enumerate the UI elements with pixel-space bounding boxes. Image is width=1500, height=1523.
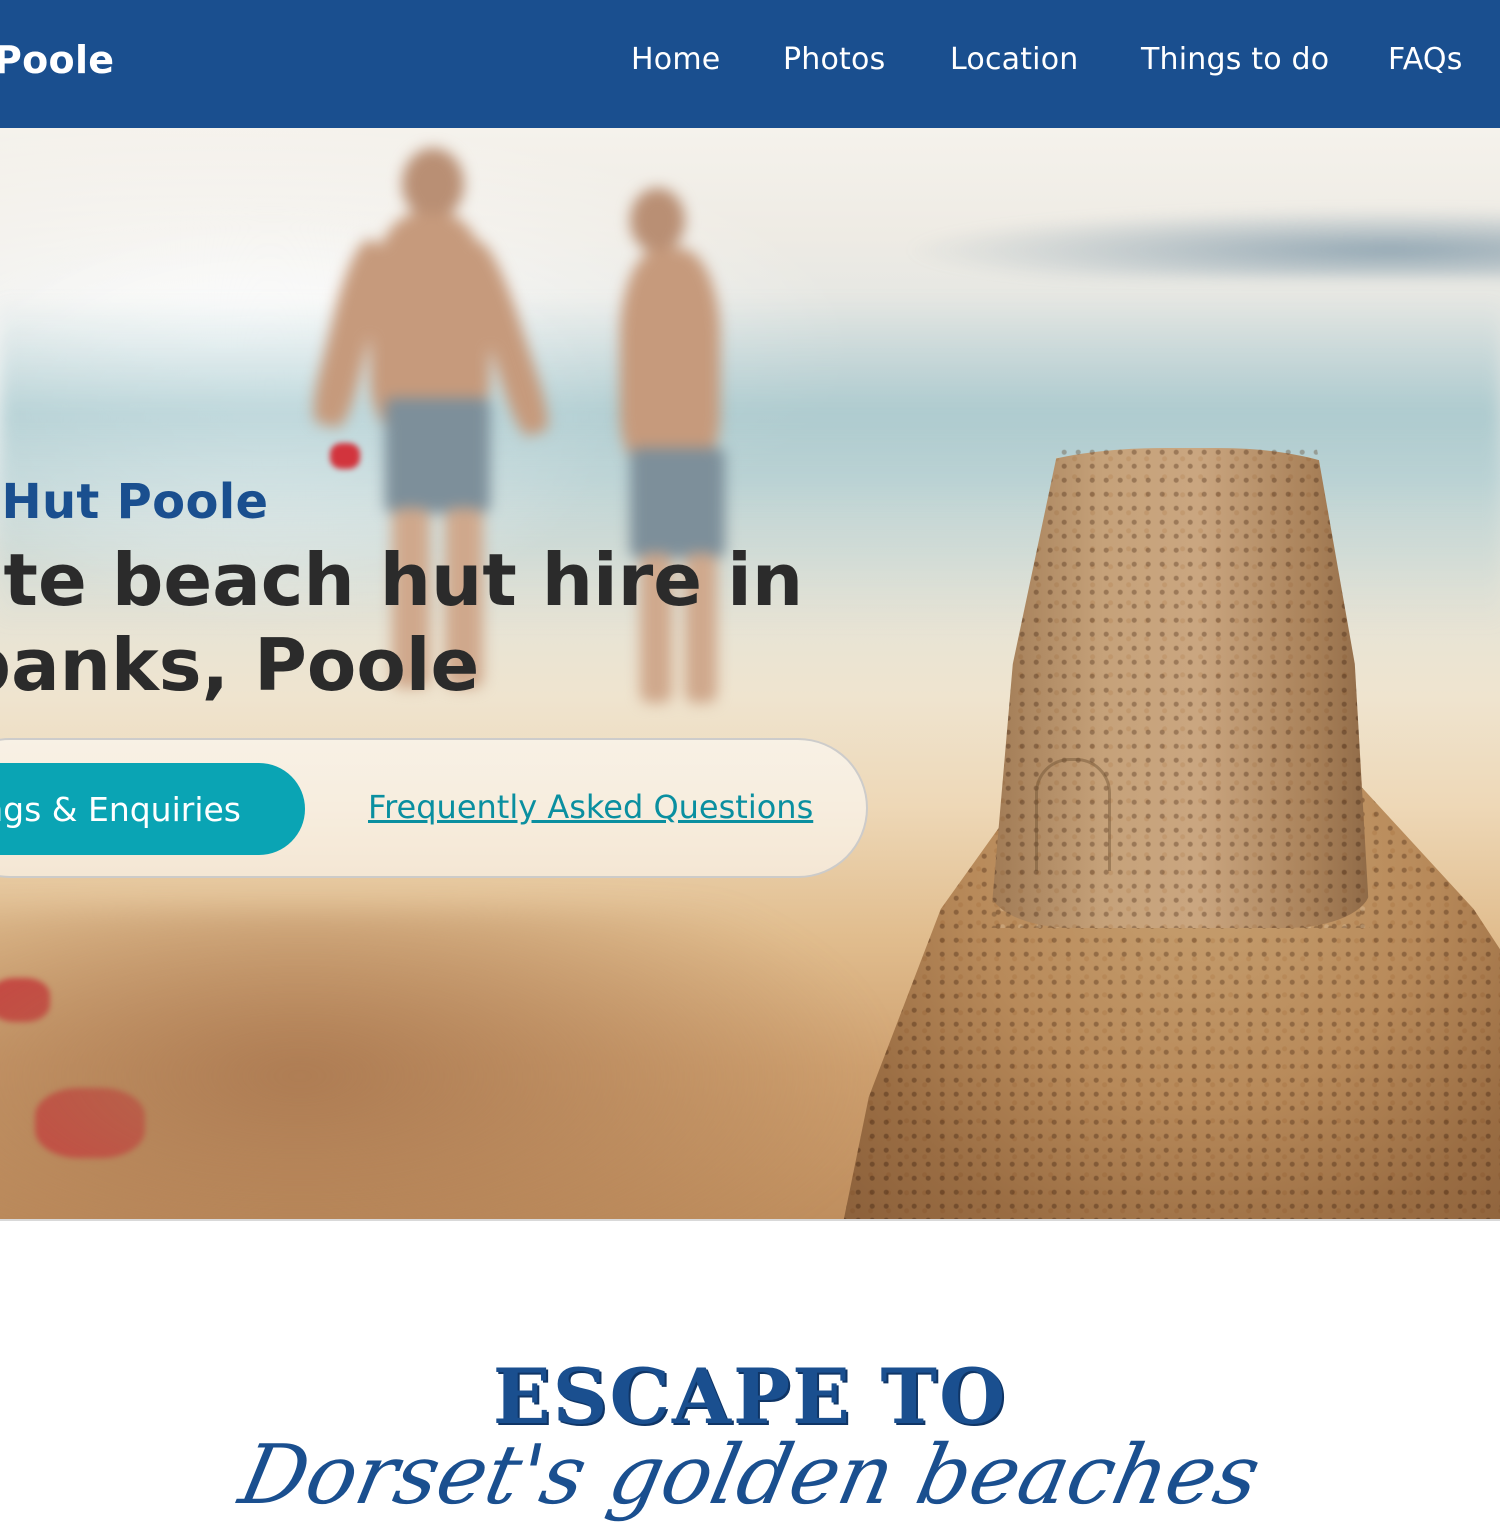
hero-title: vate beach hut hire in dbanks, Poole bbox=[0, 538, 868, 708]
hero-divider bbox=[0, 1219, 1500, 1221]
bookings-enquiries-button[interactable]: ngs & Enquiries bbox=[0, 763, 305, 855]
nav-photos[interactable]: Photos bbox=[783, 42, 885, 77]
faq-link[interactable]: Frequently Asked Questions bbox=[368, 788, 813, 826]
hero-eyebrow: h Hut Poole bbox=[0, 474, 269, 530]
nav-home[interactable]: Home bbox=[631, 42, 720, 77]
hero-section: h Hut Poole vate beach hut hire in dbank… bbox=[0, 128, 1500, 1220]
nav-location[interactable]: Location bbox=[950, 42, 1079, 77]
main-nav: Home Photos Location Things to do FAQs bbox=[0, 42, 1500, 86]
hero-title-line-1: vate beach hut hire in bbox=[0, 538, 804, 622]
site-header: Poole Home Photos Location Things to do … bbox=[0, 0, 1500, 128]
hero-title-line-2: dbanks, Poole bbox=[0, 623, 480, 707]
hero-background-headland bbox=[900, 208, 1500, 278]
escape-script-heading: Dorset's golden beaches bbox=[231, 1428, 1268, 1523]
nav-faqs[interactable]: FAQs bbox=[1388, 42, 1463, 77]
nav-things-to-do[interactable]: Things to do bbox=[1141, 42, 1329, 77]
sandcastle-image bbox=[840, 428, 1500, 1220]
red-spade-toy bbox=[330, 443, 360, 469]
hero-foreground-sand bbox=[0, 908, 900, 1220]
